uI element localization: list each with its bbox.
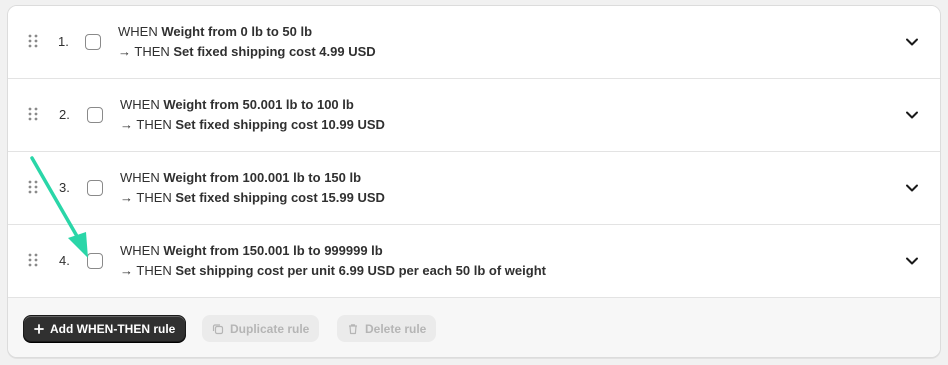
when-prefix: WHEN [118,24,158,39]
rule-row-4[interactable]: 4. WHEN Weight from 150.001 lb to 999999… [8,225,940,298]
rule-checkbox[interactable] [87,180,103,196]
when-condition: Weight from 50.001 lb to 100 lb [163,97,354,112]
add-rule-label: Add WHEN-THEN rule [50,321,176,336]
duplicate-icon [212,323,224,334]
when-prefix: WHEN [120,170,160,185]
chevron-down-icon[interactable] [905,254,919,268]
then-action: Set shipping cost per unit 6.99 USD per … [175,263,546,278]
then-action: Set fixed shipping cost 15.99 USD [175,190,385,205]
rule-checkbox[interactable] [87,253,103,269]
add-rule-button[interactable]: Add WHEN-THEN rule [23,315,187,342]
when-condition: Weight from 150.001 lb to 999999 lb [163,243,383,258]
rule-number: 4. [59,253,70,268]
when-condition: Weight from 100.001 lb to 150 lb [163,170,362,185]
delete-rule-label: Delete rule [365,321,427,336]
when-condition: Weight from 0 lb to 50 lb [161,24,313,39]
chevron-down-icon[interactable] [905,108,919,122]
duplicate-rule-button[interactable]: Duplicate rule [202,315,320,342]
rule-text: WHEN Weight from 50.001 lb to 100 lb → T… [120,95,385,135]
rule-number: 3. [59,180,70,195]
drag-handle-icon[interactable] [28,180,38,194]
delete-rule-button[interactable]: Delete rule [337,315,437,342]
drag-handle-icon[interactable] [28,34,38,48]
rule-number: 2. [59,107,70,122]
then-prefix: → THEN [120,190,172,205]
then-prefix: → THEN [120,263,172,278]
rule-number: 1. [58,34,69,49]
then-prefix: → THEN [120,117,172,132]
chevron-down-icon[interactable] [905,35,919,49]
rule-text: WHEN Weight from 150.001 lb to 999999 lb… [120,241,546,281]
trash-icon [349,323,357,334]
rule-text: WHEN Weight from 100.001 lb to 150 lb → … [120,168,385,208]
chevron-down-icon[interactable] [905,181,919,195]
rule-checkbox[interactable] [87,107,103,123]
duplicate-rule-label: Duplicate rule [230,321,310,336]
rule-text: WHEN Weight from 0 lb to 50 lb → THEN Se… [118,22,376,62]
when-prefix: WHEN [120,243,160,258]
when-prefix: WHEN [120,97,160,112]
plus-icon [34,323,44,334]
then-action: Set fixed shipping cost 10.99 USD [175,117,385,132]
rules-card: 1. WHEN Weight from 0 lb to 50 lb → THEN… [7,5,941,358]
rule-checkbox[interactable] [85,34,101,50]
drag-handle-icon[interactable] [28,107,38,121]
then-prefix: → THEN [118,44,170,59]
rule-row-1[interactable]: 1. WHEN Weight from 0 lb to 50 lb → THEN… [8,6,940,79]
drag-handle-icon[interactable] [28,253,38,267]
rules-footer: Add WHEN-THEN rule Duplicate rule Delete… [8,298,940,357]
rule-row-2[interactable]: 2. WHEN Weight from 50.001 lb to 100 lb … [8,79,940,152]
then-action: Set fixed shipping cost 4.99 USD [173,44,376,59]
rule-row-3[interactable]: 3. WHEN Weight from 100.001 lb to 150 lb… [8,152,940,225]
